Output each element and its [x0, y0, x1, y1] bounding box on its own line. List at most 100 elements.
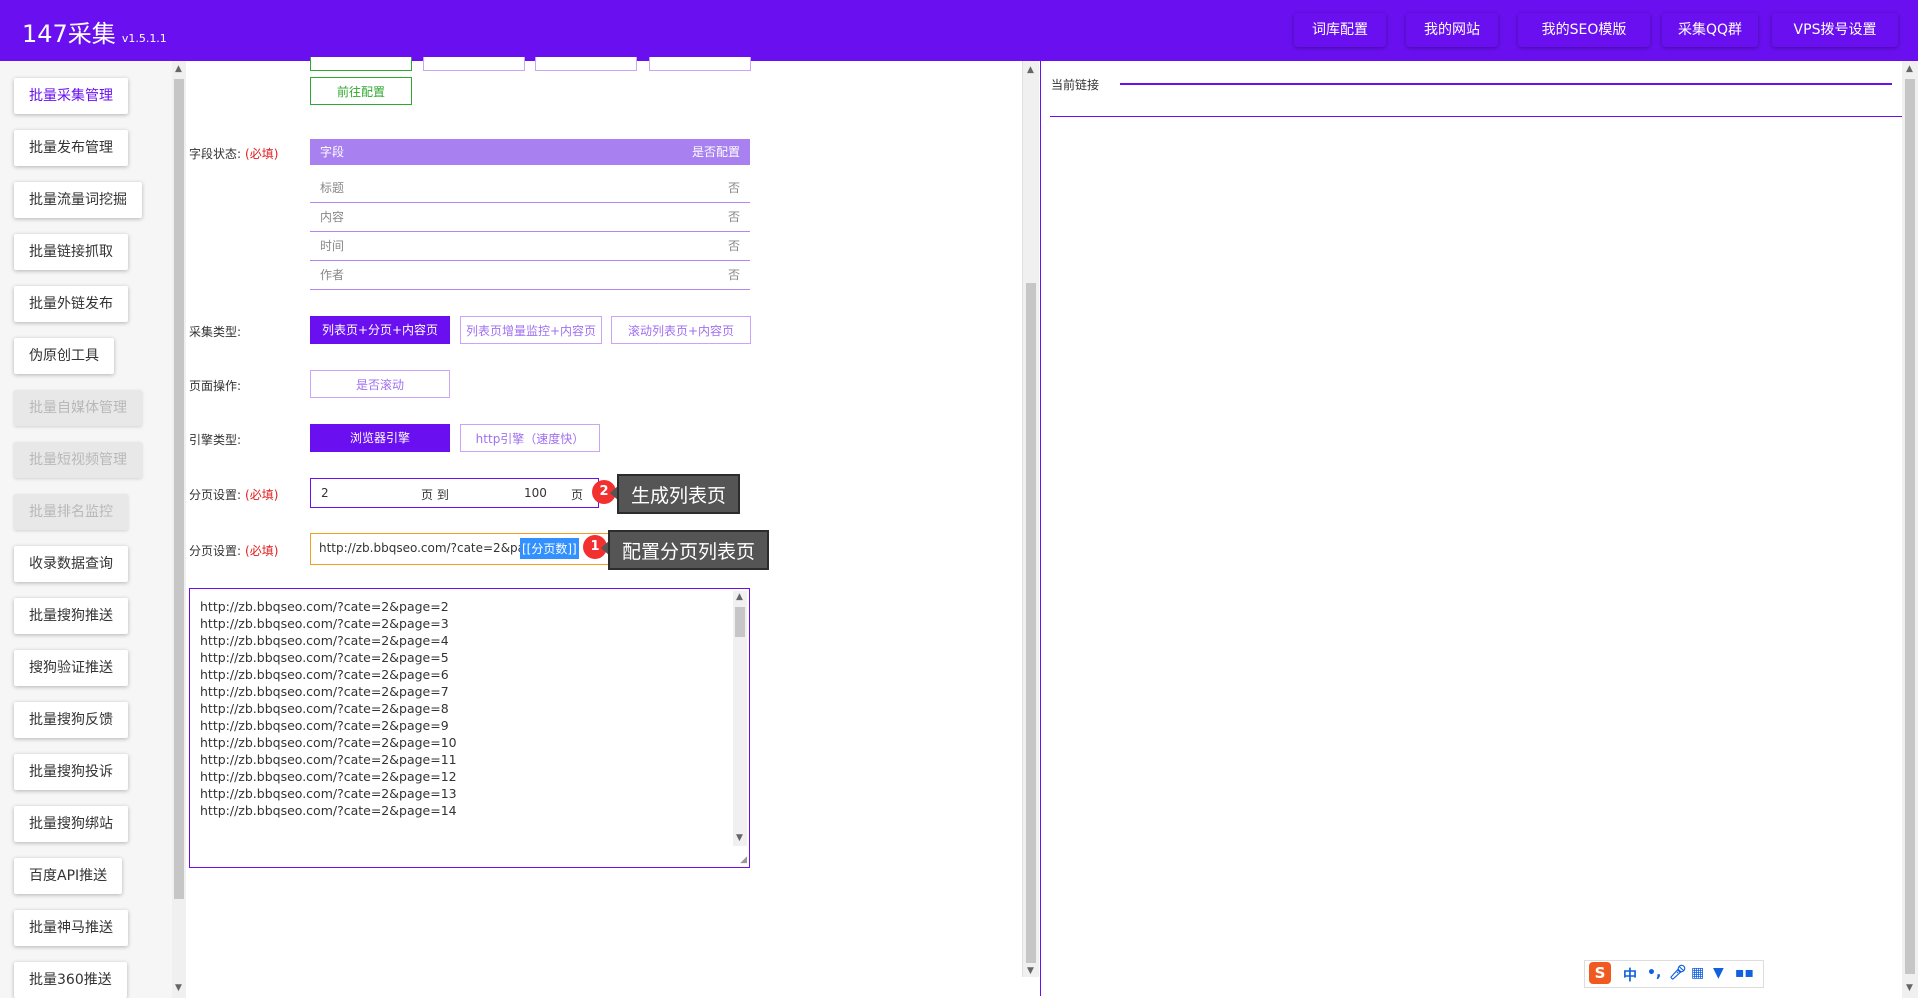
- textarea-scrollbar[interactable]: ▲ ▼: [733, 591, 747, 846]
- sogou-ime-logo[interactable]: S: [1589, 962, 1611, 984]
- page-action-label: 页面操作:: [189, 379, 242, 393]
- microphone-icon[interactable]: 🎤︎: [1669, 965, 1687, 981]
- callout-config-pagination: 配置分页列表页: [608, 530, 770, 570]
- window-scroll-thumb[interactable]: [1905, 79, 1915, 974]
- goto-config-button[interactable]: 前往配置: [310, 77, 412, 105]
- top-partial-button-3[interactable]: [535, 57, 637, 71]
- scroll-toggle-button[interactable]: 是否滚动: [310, 370, 450, 398]
- toolbox-icon[interactable]: ▪▪: [1735, 965, 1754, 981]
- list-item: http://zb.bbqseo.com/?cate=2&page=5: [200, 650, 449, 665]
- brand: 147采集 v1.5.1.1: [22, 14, 167, 49]
- sidebar-item-backlink[interactable]: 批量外链发布: [14, 286, 128, 322]
- field-table-header: 字段 是否配置: [310, 139, 750, 165]
- sidebar-item-sogou-push[interactable]: 批量搜狗推送: [14, 598, 128, 634]
- engine-http-button[interactable]: http引擎（速度快）: [460, 424, 600, 452]
- sidebar-item-shenma-push[interactable]: 批量神马推送: [14, 910, 128, 946]
- scroll-up-icon[interactable]: ▲: [1906, 64, 1913, 74]
- sidebar-item-publish[interactable]: 批量发布管理: [14, 130, 128, 166]
- top-partial-button-4[interactable]: [649, 57, 751, 71]
- list-item: http://zb.bbqseo.com/?cate=2&page=13: [200, 786, 457, 801]
- keyboard-icon[interactable]: ▦: [1691, 965, 1704, 981]
- sidebar-item-self-media[interactable]: 批量自媒体管理: [14, 390, 142, 426]
- sidebar-item-collect[interactable]: 批量采集管理: [14, 78, 128, 114]
- main-scroll-thumb[interactable]: [1026, 283, 1036, 963]
- page-to-value[interactable]: 100: [524, 486, 547, 500]
- generated-urls-textarea[interactable]: http://zb.bbqseo.com/?cate=2&page=2 http…: [189, 588, 750, 868]
- scroll-down-icon[interactable]: ▼: [1906, 983, 1913, 993]
- sidebar-item-sogou-bind[interactable]: 批量搜狗绑站: [14, 806, 128, 842]
- pagination-url-prefix: http://zb.bbqseo.com/?cate=2&page=: [319, 541, 551, 555]
- list-item: http://zb.bbqseo.com/?cate=2&page=14: [200, 803, 457, 818]
- list-item: http://zb.bbqseo.com/?cate=2&page=7: [200, 684, 449, 699]
- sidebar: 批量采集管理 批量发布管理 批量流量词挖掘 批量链接抓取 批量外链发布 伪原创工…: [0, 61, 173, 998]
- sidebar-item-sogou-feedback[interactable]: 批量搜狗反馈: [14, 702, 128, 738]
- brand-name: 147采集: [22, 20, 116, 48]
- sidebar-item-360-push[interactable]: 批量360推送: [14, 962, 127, 998]
- page-to-unit: 页 到: [421, 488, 449, 502]
- sidebar-item-keyword-mining[interactable]: 批量流量词挖掘: [14, 182, 142, 218]
- col-field: 字段: [320, 145, 345, 159]
- top-partial-button-2[interactable]: [423, 57, 525, 71]
- nav-lexicon-config[interactable]: 词库配置: [1294, 13, 1386, 47]
- sidebar-item-sogou-verify[interactable]: 搜狗验证推送: [14, 650, 128, 686]
- table-row: 内容否: [310, 203, 750, 232]
- scroll-up-icon[interactable]: ▲: [175, 64, 182, 74]
- nav-seo-templates[interactable]: 我的SEO模版: [1518, 13, 1650, 47]
- panel-divider: [1040, 61, 1041, 996]
- main-scrollbar[interactable]: ▲ ▼: [1022, 61, 1039, 977]
- right-panel: 当前链接: [1040, 61, 1902, 996]
- col-configured: 是否配置: [691, 145, 740, 159]
- scroll-down-icon[interactable]: ▼: [1027, 966, 1034, 976]
- nav-vps-settings[interactable]: VPS拨号设置: [1772, 13, 1898, 47]
- sidebar-item-index-query[interactable]: 收录数据查询: [14, 546, 128, 582]
- list-item: http://zb.bbqseo.com/?cate=2&page=8: [200, 701, 449, 716]
- version-label: v1.5.1.1: [121, 32, 167, 45]
- punctuation-icon[interactable]: •,: [1647, 965, 1661, 981]
- top-partial-button-1[interactable]: [310, 57, 412, 71]
- current-link-label: 当前链接: [1051, 78, 1100, 92]
- ime-toolbar[interactable]: S 中 •, 🎤︎ ▦ ▼ ▪▪: [1584, 960, 1764, 988]
- sidebar-scroll-thumb[interactable]: [174, 79, 184, 899]
- scroll-up-icon[interactable]: ▲: [1027, 65, 1034, 75]
- textarea-scroll-thumb[interactable]: [735, 607, 745, 637]
- list-item: http://zb.bbqseo.com/?cate=2&page=12: [200, 769, 457, 784]
- sidebar-item-baidu-api[interactable]: 百度API推送: [14, 858, 123, 894]
- sidebar-item-short-video[interactable]: 批量短视频管理: [14, 442, 142, 478]
- scroll-up-icon[interactable]: ▲: [736, 592, 743, 602]
- collect-type-scroll-list[interactable]: 滚动列表页+内容页: [611, 316, 751, 344]
- sidebar-scrollbar[interactable]: ▲ ▼: [172, 61, 186, 998]
- collect-type-incremental[interactable]: 列表页增量监控+内容页: [460, 316, 602, 344]
- list-item: http://zb.bbqseo.com/?cate=2&page=4: [200, 633, 449, 648]
- table-row: 标题否: [310, 174, 750, 203]
- engine-browser-button[interactable]: 浏览器引擎: [310, 424, 450, 452]
- page-from-value[interactable]: 2: [321, 486, 329, 500]
- nav-my-sites[interactable]: 我的网站: [1406, 13, 1498, 47]
- sidebar-item-link-crawl[interactable]: 批量链接抓取: [14, 234, 128, 270]
- nav-qq-group[interactable]: 采集QQ群: [1662, 13, 1758, 47]
- sidebar-item-sogou-complaint[interactable]: 批量搜狗投诉: [14, 754, 128, 790]
- list-item: http://zb.bbqseo.com/?cate=2&page=10: [200, 735, 457, 750]
- list-item: http://zb.bbqseo.com/?cate=2&page=6: [200, 667, 449, 682]
- resize-handle-icon[interactable]: ◢: [740, 855, 747, 865]
- scroll-down-icon[interactable]: ▼: [175, 983, 182, 993]
- collect-type-label: 采集类型:: [189, 325, 242, 339]
- collect-config-form: 前往配置 字段状态: (必填) 字段 是否配置 标题否 内容否 时间否 作者否 采…: [187, 57, 1022, 977]
- engine-type-label: 引擎类型:: [189, 433, 242, 447]
- pagination-url-label: 分页设置: (必填): [189, 544, 279, 558]
- list-item: http://zb.bbqseo.com/?cate=2&page=3: [200, 616, 449, 631]
- ime-lang[interactable]: 中: [1623, 965, 1637, 985]
- collect-type-list-page-content[interactable]: 列表页+分页+内容页: [310, 316, 450, 344]
- page-unit: 页: [571, 488, 584, 502]
- pagination-range-label: 分页设置: (必填): [189, 488, 279, 502]
- callout-generate-list: 生成列表页: [617, 474, 741, 514]
- table-row: 时间否: [310, 232, 750, 261]
- table-row: 作者否: [310, 261, 750, 290]
- list-item: http://zb.bbqseo.com/?cate=2&page=2: [200, 599, 449, 614]
- skin-icon[interactable]: ▼: [1713, 965, 1724, 981]
- sidebar-item-rank-monitor[interactable]: 批量排名监控: [14, 494, 128, 530]
- top-header: 147采集 v1.5.1.1 词库配置 我的网站 我的SEO模版 采集QQ群 VP…: [0, 0, 1918, 61]
- window-scrollbar[interactable]: ▲ ▼: [1902, 61, 1918, 998]
- sidebar-item-pseudo-original[interactable]: 伪原创工具: [14, 338, 114, 374]
- pagination-range-input[interactable]: 2 页 到 100 页: [310, 478, 599, 508]
- scroll-down-icon[interactable]: ▼: [736, 833, 743, 843]
